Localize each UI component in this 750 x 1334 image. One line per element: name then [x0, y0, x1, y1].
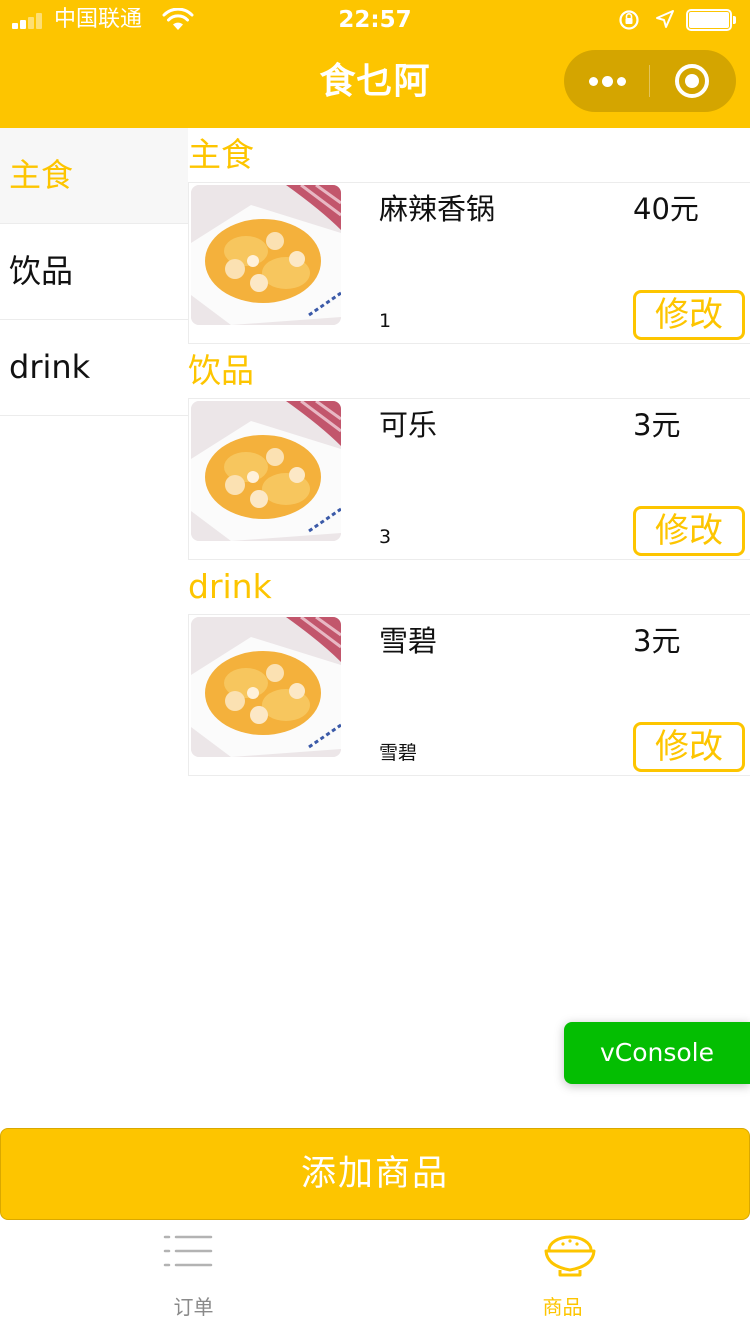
section-title: drink: [188, 567, 272, 606]
sidebar-item-staple[interactable]: 主食: [0, 128, 188, 224]
category-sidebar: 主食 饮品 drink: [0, 128, 188, 416]
sidebar-item-drink[interactable]: drink: [0, 320, 188, 416]
location-arrow-icon: [656, 10, 674, 28]
product-description: 1: [379, 310, 392, 332]
product-name: 可乐: [379, 408, 438, 442]
more-dots-icon[interactable]: [564, 50, 650, 112]
rice-bowl-icon: [544, 1235, 596, 1277]
edit-button[interactable]: 修改: [633, 290, 745, 340]
tab-bar: 订单 商品: [0, 1220, 750, 1334]
product-price: 3元: [633, 624, 681, 658]
close-target-icon[interactable]: [650, 50, 736, 112]
list-lines-icon: [163, 1235, 213, 1267]
section-title: 饮品: [188, 351, 254, 390]
vconsole-button[interactable]: vConsole: [564, 1022, 750, 1084]
product-name: 雪碧: [379, 624, 438, 658]
product-description: 雪碧: [379, 742, 418, 764]
product-description: 3: [379, 526, 392, 548]
battery-icon: [686, 9, 738, 33]
orientation-lock-icon: [619, 10, 639, 30]
tab-orders[interactable]: 订单: [0, 1220, 375, 1334]
product-list: 主食 麻辣香锅 40元 1 修改 饮品 可乐 3元 3 修改 drink 雪碧 …: [188, 128, 750, 776]
product-price: 3元: [633, 408, 681, 442]
section-title: 主食: [188, 135, 254, 174]
product-card[interactable]: 可乐 3元 3 修改: [188, 398, 750, 560]
top-bar: 中国联通 22:57 食乜阿: [0, 0, 750, 128]
edit-button[interactable]: 修改: [633, 722, 745, 772]
tab-products[interactable]: 商品: [375, 1220, 750, 1334]
product-price: 40元: [633, 192, 699, 226]
status-bar: 中国联通 22:57: [0, 0, 750, 40]
add-product-button[interactable]: 添加商品: [0, 1128, 750, 1220]
product-image: [191, 401, 341, 541]
product-image: [191, 617, 341, 757]
product-image: [191, 185, 341, 325]
tab-label: 商品: [542, 1295, 583, 1319]
product-card[interactable]: 麻辣香锅 40元 1 修改: [188, 182, 750, 344]
product-name: 麻辣香锅: [379, 192, 496, 226]
tab-label: 订单: [173, 1295, 214, 1319]
product-card[interactable]: 雪碧 3元 雪碧 修改: [188, 614, 750, 776]
sidebar-item-beverage[interactable]: 饮品: [0, 224, 188, 320]
edit-button[interactable]: 修改: [633, 506, 745, 556]
mini-program-capsule: [564, 50, 736, 112]
